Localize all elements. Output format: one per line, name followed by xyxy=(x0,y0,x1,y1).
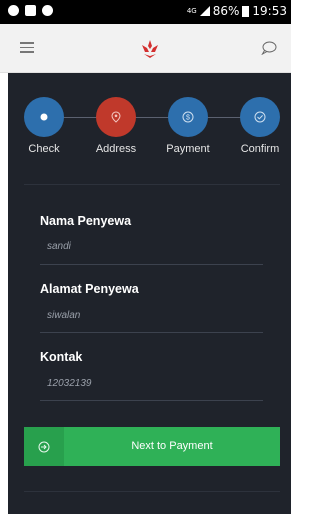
next-to-payment-button[interactable]: Next to Payment xyxy=(24,427,280,466)
menu-icon[interactable] xyxy=(20,42,34,53)
field-label-kontak: Kontak xyxy=(40,350,83,364)
check-circle-icon xyxy=(254,111,266,123)
field-label-nama-penyewa: Nama Penyewa xyxy=(40,214,132,228)
image-notification-icon xyxy=(25,5,36,16)
signal-icon xyxy=(199,6,210,16)
notification-icons xyxy=(8,5,53,16)
step-indicator: Check Address $ Payment Confirm xyxy=(8,73,291,183)
step-circle xyxy=(240,97,280,137)
step-label: Check xyxy=(28,143,60,155)
network-type: 4G xyxy=(186,6,197,15)
flower-logo-icon xyxy=(142,40,158,58)
field-value-alamat-penyewa[interactable]: siwalan xyxy=(47,310,80,321)
next-button-label: Next to Payment xyxy=(131,440,213,452)
field-underline xyxy=(40,332,263,333)
field-value-kontak[interactable]: 12032139 xyxy=(47,378,92,389)
step-label: Address xyxy=(95,143,137,155)
step-address[interactable]: Address xyxy=(96,97,136,155)
step-circle xyxy=(24,97,64,137)
status-bar: 4G 86% 19:53 xyxy=(0,0,291,24)
step-connector-line xyxy=(44,117,260,118)
next-button-icon-box xyxy=(24,427,64,466)
divider xyxy=(24,491,280,492)
chat-notification-icon xyxy=(8,5,19,16)
sign-in-icon xyxy=(38,441,50,452)
step-check[interactable]: Check xyxy=(24,97,64,155)
field-underline xyxy=(40,264,263,265)
field-label-alamat-penyewa: Alamat Penyewa xyxy=(40,282,139,296)
app-bar xyxy=(0,24,291,73)
step-label: Confirm xyxy=(240,143,280,155)
step-confirm[interactable]: Confirm xyxy=(240,97,280,155)
checkout-panel: Check Address $ Payment Confirm Nama Pen… xyxy=(8,73,291,514)
step-payment[interactable]: $ Payment xyxy=(166,97,210,155)
divider xyxy=(24,184,280,185)
location-pin-icon xyxy=(111,111,121,123)
step-circle: $ xyxy=(168,97,208,137)
battery-icon xyxy=(242,5,250,17)
svg-text:$: $ xyxy=(186,115,190,122)
clock: 19:53 xyxy=(252,4,287,18)
chat-bubble-icon[interactable] xyxy=(261,41,277,55)
app-notification-icon xyxy=(42,5,53,16)
battery-percent: 86% xyxy=(212,4,240,18)
dot-icon xyxy=(40,113,48,121)
step-circle xyxy=(96,97,136,137)
step-label: Payment xyxy=(166,143,210,155)
field-underline xyxy=(40,400,263,401)
field-value-nama-penyewa[interactable]: sandi xyxy=(47,241,71,252)
status-indicators: 4G 86% 19:53 xyxy=(187,4,287,18)
dollar-icon: $ xyxy=(182,111,194,123)
